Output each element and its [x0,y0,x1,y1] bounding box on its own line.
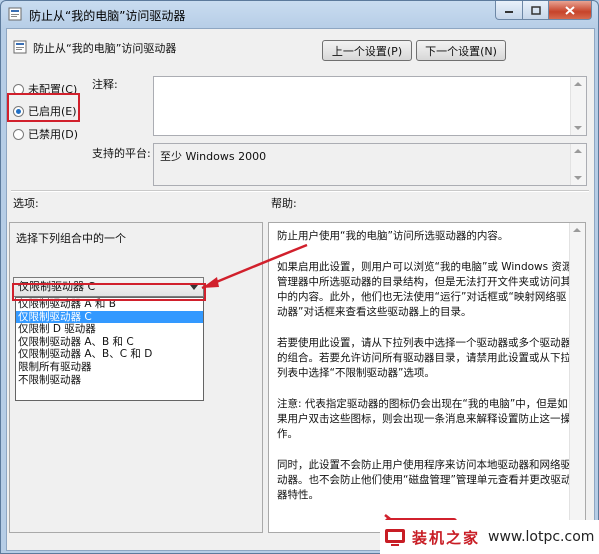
dialog-body: 防止从“我的电脑”访问驱动器 上一个设置(P) 下一个设置(N) 未配置(C) … [6,28,595,551]
maximize-button[interactable] [523,1,549,20]
title-bar[interactable]: 防止从“我的电脑”访问驱动器 [1,1,598,28]
maximize-icon [530,5,541,15]
minimize-button[interactable] [495,1,523,20]
close-icon [565,5,575,15]
annotation-arrow-icon [201,243,420,537]
minimize-icon [505,11,513,13]
caption-buttons [495,1,592,20]
close-button[interactable] [549,1,592,20]
window-title: 防止从“我的电脑”访问驱动器 [29,9,186,23]
site-watermark: 装机之家 www.lotpc.com [380,520,599,554]
logo-icon [385,529,405,546]
watermark-url: www.lotpc.com [488,529,595,545]
policy-icon [8,7,22,21]
dialog-window: 防止从“我的电脑”访问驱动器 防止从“我的电脑”访问驱动器 上一个设置(P) 下… [0,0,599,554]
watermark-brand: 装机之家 [412,528,481,547]
